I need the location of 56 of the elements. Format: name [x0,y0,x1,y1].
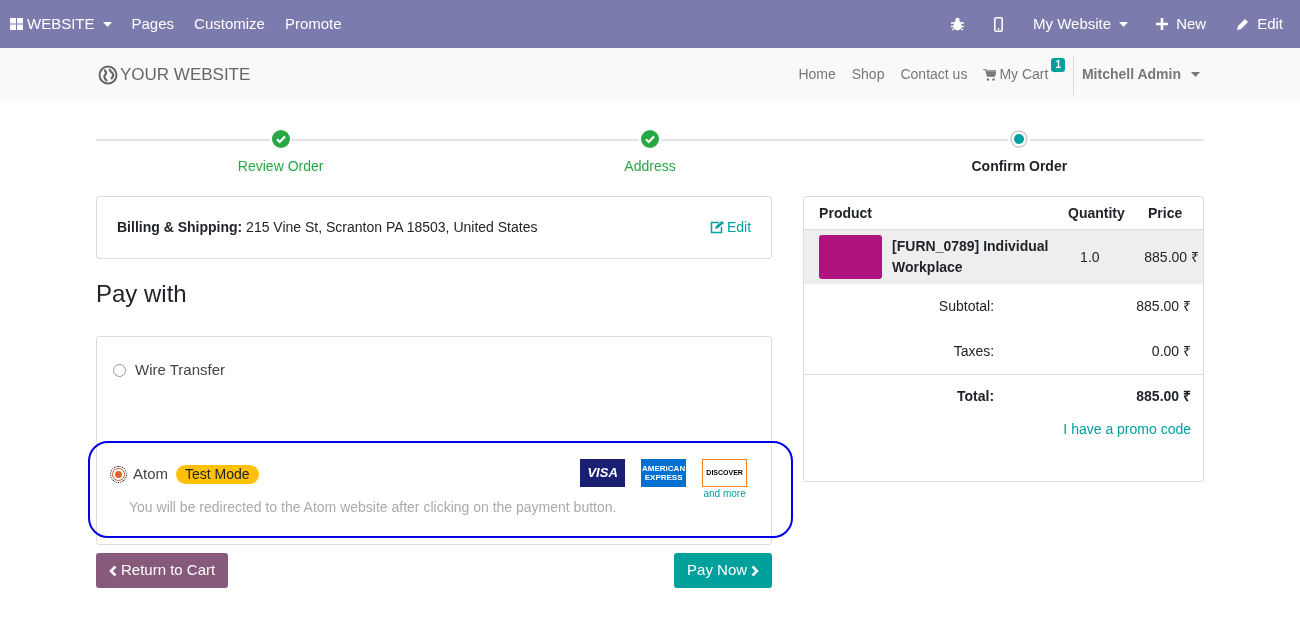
chevron-left-icon [109,564,117,577]
column-header: Quantity [1068,203,1126,223]
user-menu-button[interactable]: Mitchell Admin [1081,64,1200,85]
pay-with-heading: Pay with [96,279,188,309]
redirect-note: You will be redirected to the Atom website after clicking on the payment button. [129,498,618,517]
column-header: Product [819,203,873,223]
promo-code-link[interactable]: I have a promo code [1063,421,1191,437]
and-more-link[interactable]: and more [703,487,746,501]
price-cell-text: 885.00 ₹ [1143,247,1199,267]
nav-link[interactable]: Home [798,64,836,85]
cart-icon [983,68,997,81]
edit-button[interactable]: Edit [1236,12,1283,36]
step-label: Review Order [237,157,324,176]
cart-count-badge: 1 [1051,58,1065,72]
site-logo[interactable]: YOUR WEBSITE [98,61,251,88]
mobile-icon[interactable] [994,16,1004,32]
chevron-right-icon [751,564,760,577]
pay-now-button[interactable]: Pay Now [674,553,773,588]
total-label: Total: [956,387,995,406]
payment-method-label[interactable]: Wire Transfer [135,359,225,382]
top-menu-link[interactable]: Pages [131,12,175,36]
caret-icon [102,21,112,27]
nav-link[interactable]: Contact us [900,64,968,85]
plus-icon [1156,18,1169,30]
total-value: 885.00 ₹ [1135,387,1191,406]
column-header: Price [1148,203,1184,223]
card-logo: VISA [580,459,626,487]
total-label: Subtotal: [937,297,995,316]
total-label: Taxes: [952,342,995,361]
billing-address: Billing & Shipping: 215 Vine St, Scranton PA 18503, United States [117,218,539,237]
bug-icon[interactable] [951,17,965,31]
top-menu-link[interactable]: Promote [284,12,342,36]
cart-link[interactable]: My Cart [983,64,1049,85]
edit-icon [710,221,724,234]
product-name: [FURN_0789] Individual Workplace [892,237,1050,277]
total-value: 885.00 ₹ [1135,297,1191,316]
radio-button[interactable] [113,363,126,377]
step-label: Confirm Order [971,157,1068,176]
new-button[interactable]: New [1156,12,1207,36]
grid-icon [10,18,23,30]
caret-icon [1119,21,1129,27]
return-to-cart-button[interactable]: Return to Cart [96,553,229,588]
pencil-icon [1236,17,1250,31]
top-menu-link[interactable]: Customize [194,12,265,36]
website-menu-button[interactable]: My Website [1033,12,1129,36]
test-mode-badge: Test Mode [176,464,259,484]
radio-button[interactable] [112,467,125,481]
nav-link[interactable]: Shop [851,64,885,85]
card-logo: AMERICAN EXPRESS [641,459,687,487]
total-value: 0.00 ₹ [1150,342,1191,361]
step-label: Address [624,157,676,176]
quantity-cell-text: 1.0 [1080,247,1101,267]
caret-icon [1191,72,1200,77]
app-menu-button[interactable]: WEBSITE [10,12,112,36]
edit-address-link[interactable]: Edit [710,217,752,238]
payment-method-label[interactable]: Atom [133,463,168,486]
